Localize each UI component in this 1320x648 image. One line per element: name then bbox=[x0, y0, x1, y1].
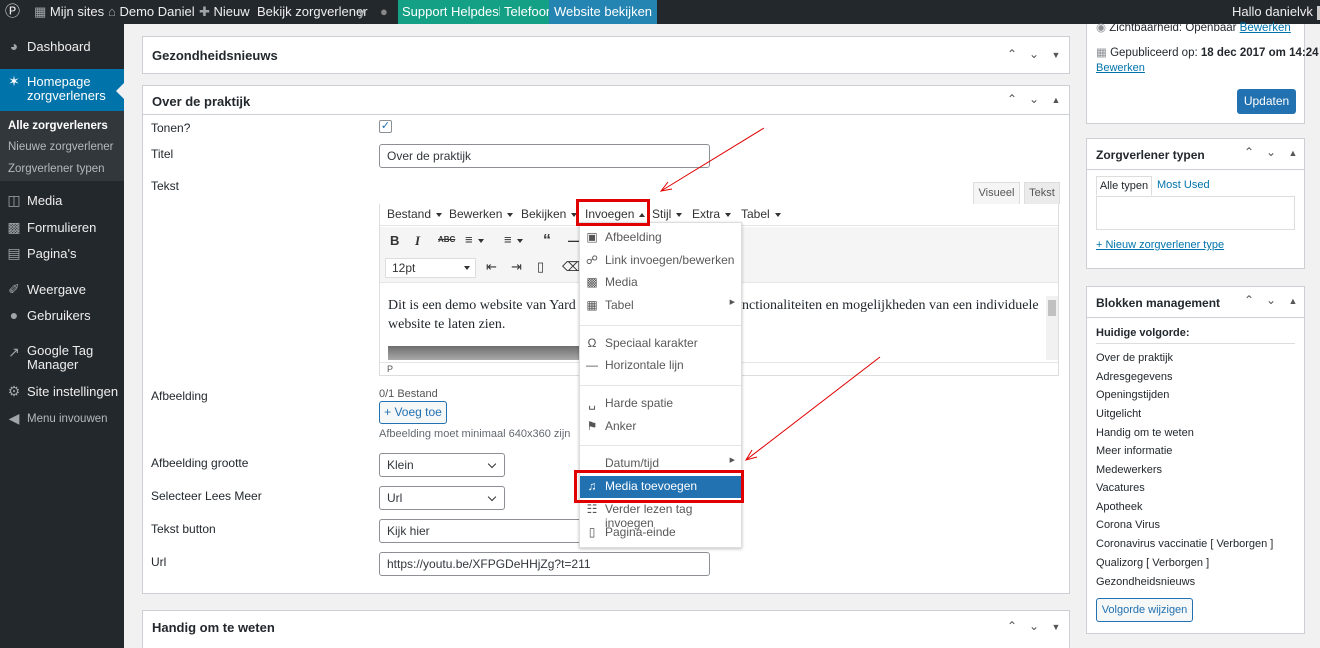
order-item: Openingstijden bbox=[1096, 389, 1170, 401]
blocks-subtitle: Huidige volgorde: bbox=[1096, 327, 1190, 339]
order-item: Over de praktijk bbox=[1096, 352, 1174, 364]
order-item: Qualizorg [ Verborgen ] bbox=[1096, 557, 1210, 569]
divider bbox=[1087, 169, 1304, 170]
order-item: Corona Virus bbox=[1096, 519, 1160, 531]
move-up-icon[interactable]: ⌃ bbox=[1238, 145, 1260, 159]
types-list bbox=[1096, 196, 1295, 230]
order-item: Adresgegevens bbox=[1096, 371, 1173, 383]
order-item: Apotheek bbox=[1096, 501, 1143, 513]
calendar-icon: ▦ bbox=[1096, 47, 1107, 59]
tab-alle-typen[interactable]: Alle typen bbox=[1096, 176, 1152, 196]
blocks-title: Blokken management bbox=[1096, 296, 1221, 310]
divider bbox=[1087, 317, 1304, 318]
arrow-head-invoegen bbox=[659, 181, 673, 192]
postbox-controls: ⌃ ⌄ ▲ bbox=[1238, 145, 1304, 159]
order-item: Handig om te weten bbox=[1096, 427, 1194, 439]
move-down-icon[interactable]: ⌄ bbox=[1260, 145, 1282, 159]
toggle-icon[interactable]: ▲ bbox=[1282, 296, 1304, 306]
toggle-icon[interactable]: ▲ bbox=[1282, 148, 1304, 158]
order-item: Uitgelicht bbox=[1096, 408, 1142, 420]
visibility-edit-link[interactable]: Bewerken bbox=[1240, 22, 1291, 34]
arrow-line-invoegen bbox=[660, 127, 765, 192]
arrow-line-media bbox=[745, 356, 881, 461]
visibility-row: ◉ Zichtbaarheid: Openbaar Bewerken bbox=[1096, 22, 1291, 34]
eye-icon: ◉ bbox=[1096, 22, 1107, 34]
tab-most-used[interactable]: Most Used bbox=[1157, 179, 1210, 191]
order-item: Meer informatie bbox=[1096, 445, 1173, 457]
change-order-button[interactable]: Volgorde wijzigen bbox=[1096, 598, 1193, 622]
update-button[interactable]: Updaten bbox=[1237, 89, 1296, 114]
published-row: ▦ Gepubliceerd op: 18 dec 2017 om 14:24 bbox=[1096, 47, 1319, 59]
order-item: Coronavirus vaccinatie [ Verborgen ] bbox=[1096, 538, 1274, 550]
postbox-controls: ⌃ ⌄ ▲ bbox=[1238, 293, 1304, 307]
order-item: Gezondheidsnieuws bbox=[1096, 576, 1196, 588]
types-title: Zorgverlener typen bbox=[1096, 148, 1205, 162]
move-up-icon[interactable]: ⌃ bbox=[1238, 293, 1260, 307]
order-item: Medewerkers bbox=[1096, 464, 1163, 476]
move-down-icon[interactable]: ⌄ bbox=[1260, 293, 1282, 307]
divider bbox=[1096, 343, 1295, 344]
order-item: Vacatures bbox=[1096, 482, 1145, 494]
published-edit-link[interactable]: Bewerken bbox=[1096, 62, 1145, 74]
add-type-link[interactable]: + Nieuw zorgverlener type bbox=[1096, 239, 1224, 251]
